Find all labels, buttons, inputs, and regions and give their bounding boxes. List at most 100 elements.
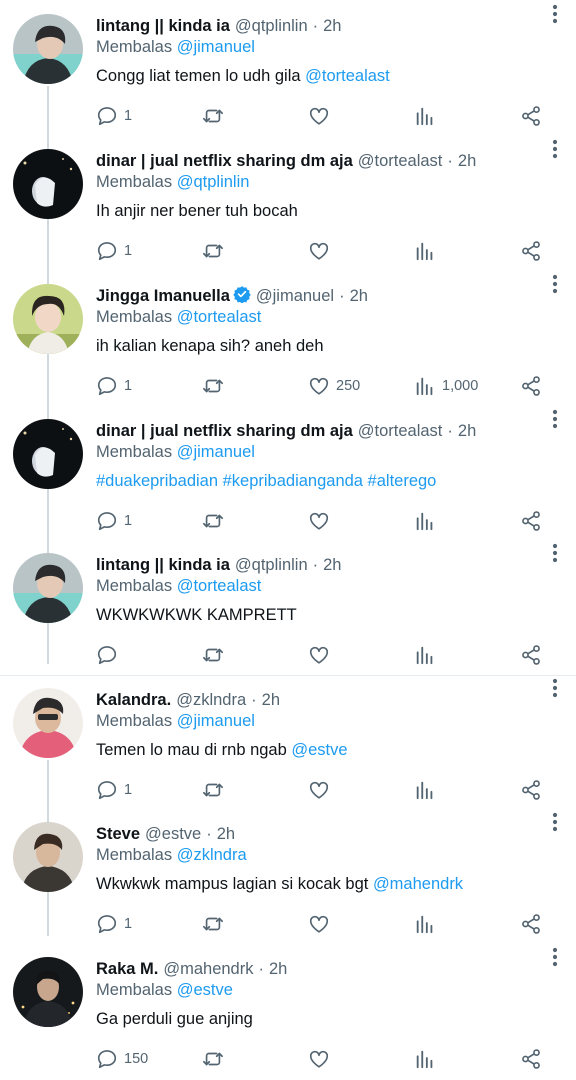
mention-link[interactable]: @tortealast bbox=[305, 67, 390, 85]
timestamp[interactable]: 2h bbox=[323, 556, 341, 575]
like-button[interactable] bbox=[308, 778, 336, 802]
retweet-button[interactable] bbox=[202, 778, 230, 802]
share-button[interactable] bbox=[520, 104, 542, 128]
more-icon[interactable] bbox=[552, 274, 558, 294]
share-button[interactable] bbox=[520, 374, 542, 398]
display-name[interactable]: lintang || kinda ia bbox=[96, 556, 230, 575]
user-handle[interactable]: @qtplinlin bbox=[235, 17, 308, 36]
reply-button[interactable]: 150 bbox=[96, 1047, 148, 1071]
display-name[interactable]: Raka M. bbox=[96, 960, 158, 979]
more-icon[interactable] bbox=[552, 812, 558, 832]
reply-button[interactable] bbox=[96, 643, 124, 667]
views-button[interactable] bbox=[414, 912, 442, 936]
tweet[interactable]: Jingga Imanuella @jimanuel · 2h Membalas… bbox=[0, 270, 576, 405]
reply-mention-link[interactable]: @tortealast bbox=[177, 577, 262, 595]
reply-mention-link[interactable]: @zklndra bbox=[177, 846, 247, 864]
display-name[interactable]: Steve bbox=[96, 825, 140, 844]
retweet-button[interactable] bbox=[202, 374, 230, 398]
user-handle[interactable]: @jimanuel bbox=[256, 287, 334, 306]
like-button[interactable] bbox=[308, 1047, 336, 1071]
avatar[interactable] bbox=[13, 822, 83, 892]
display-name[interactable]: dinar | jual netflix sharing dm aja bbox=[96, 422, 353, 441]
tweet[interactable]: dinar | jual netflix sharing dm aja @tor… bbox=[0, 405, 576, 540]
timestamp[interactable]: 2h bbox=[262, 691, 280, 710]
user-handle[interactable]: @mahendrk bbox=[163, 960, 253, 979]
tweet[interactable]: Raka M. @mahendrk · 2h Membalas @estve G… bbox=[0, 943, 576, 1078]
reply-mention-link[interactable]: @tortealast bbox=[177, 308, 262, 326]
share-button[interactable] bbox=[520, 239, 542, 263]
like-button[interactable] bbox=[308, 239, 336, 263]
more-icon[interactable] bbox=[552, 4, 558, 24]
views-button[interactable] bbox=[414, 104, 442, 128]
reply-mention-link[interactable]: @jimanuel bbox=[177, 443, 255, 461]
retweet-button[interactable] bbox=[202, 509, 230, 533]
mention-link[interactable]: @estve bbox=[291, 741, 347, 759]
display-name[interactable]: lintang || kinda ia bbox=[96, 17, 230, 36]
timestamp[interactable]: 2h bbox=[269, 960, 287, 979]
share-button[interactable] bbox=[520, 643, 542, 667]
avatar[interactable] bbox=[13, 149, 83, 219]
display-name[interactable]: Kalandra. bbox=[96, 691, 171, 710]
reply-button[interactable]: 1 bbox=[96, 912, 132, 936]
avatar[interactable] bbox=[13, 419, 83, 489]
share-button[interactable] bbox=[520, 1047, 542, 1071]
avatar[interactable] bbox=[13, 14, 83, 84]
more-icon[interactable] bbox=[552, 678, 558, 698]
avatar[interactable] bbox=[13, 957, 83, 1027]
user-handle[interactable]: @tortealast bbox=[358, 152, 443, 171]
tweet[interactable]: dinar | jual netflix sharing dm aja @tor… bbox=[0, 135, 576, 270]
more-icon[interactable] bbox=[552, 947, 558, 967]
reply-button[interactable]: 1 bbox=[96, 239, 132, 263]
avatar[interactable] bbox=[13, 284, 83, 354]
avatar[interactable] bbox=[13, 688, 83, 758]
views-button[interactable] bbox=[414, 509, 442, 533]
display-name[interactable]: Jingga Imanuella bbox=[96, 287, 230, 306]
user-handle[interactable]: @estve bbox=[145, 825, 201, 844]
views-button[interactable] bbox=[414, 1047, 442, 1071]
retweet-button[interactable] bbox=[202, 1047, 230, 1071]
like-button[interactable] bbox=[308, 643, 336, 667]
like-button[interactable] bbox=[308, 104, 336, 128]
retweet-button[interactable] bbox=[202, 643, 230, 667]
reply-mention-link[interactable]: @estve bbox=[177, 981, 233, 999]
more-icon[interactable] bbox=[552, 409, 558, 429]
share-button[interactable] bbox=[520, 912, 542, 936]
reply-button[interactable]: 1 bbox=[96, 509, 132, 533]
more-icon[interactable] bbox=[552, 543, 558, 563]
views-button[interactable] bbox=[414, 778, 442, 802]
tweet[interactable]: lintang || kinda ia @qtplinlin · 2h Memb… bbox=[0, 0, 576, 135]
like-button[interactable]: 250 bbox=[308, 374, 360, 398]
views-button[interactable] bbox=[414, 239, 442, 263]
reply-button[interactable]: 1 bbox=[96, 374, 132, 398]
reply-mention-link[interactable]: @jimanuel bbox=[177, 38, 255, 56]
retweet-button[interactable] bbox=[202, 239, 230, 263]
retweet-button[interactable] bbox=[202, 104, 230, 128]
retweet-button[interactable] bbox=[202, 912, 230, 936]
reply-button[interactable]: 1 bbox=[96, 778, 132, 802]
more-icon[interactable] bbox=[552, 139, 558, 159]
reply-mention-link[interactable]: @jimanuel bbox=[177, 712, 255, 730]
display-name[interactable]: dinar | jual netflix sharing dm aja bbox=[96, 152, 353, 171]
tweet[interactable]: lintang || kinda ia @qtplinlin · 2h Memb… bbox=[0, 539, 576, 674]
user-handle[interactable]: @qtplinlin bbox=[235, 556, 308, 575]
hashtag-link[interactable]: #duakepribadian #kepribadianganda #alter… bbox=[96, 472, 436, 490]
mention-link[interactable]: @mahendrk bbox=[373, 875, 463, 893]
avatar[interactable] bbox=[13, 553, 83, 623]
timestamp[interactable]: 2h bbox=[323, 17, 341, 36]
timestamp[interactable]: 2h bbox=[217, 825, 235, 844]
like-button[interactable] bbox=[308, 912, 336, 936]
timestamp[interactable]: 2h bbox=[458, 422, 476, 441]
share-button[interactable] bbox=[520, 778, 542, 802]
reply-mention-link[interactable]: @qtplinlin bbox=[177, 173, 250, 191]
timestamp[interactable]: 2h bbox=[350, 287, 368, 306]
user-handle[interactable]: @zklndra bbox=[176, 691, 246, 710]
tweet[interactable]: Steve @estve · 2h Membalas @zklndra Wkwk… bbox=[0, 808, 576, 943]
reply-button[interactable]: 1 bbox=[96, 104, 132, 128]
like-button[interactable] bbox=[308, 509, 336, 533]
tweet[interactable]: Kalandra. @zklndra · 2h Membalas @jimanu… bbox=[0, 674, 576, 809]
timestamp[interactable]: 2h bbox=[458, 152, 476, 171]
views-button[interactable] bbox=[414, 643, 442, 667]
user-handle[interactable]: @tortealast bbox=[358, 422, 443, 441]
views-button[interactable]: 1,000 bbox=[414, 374, 478, 398]
share-button[interactable] bbox=[520, 509, 542, 533]
